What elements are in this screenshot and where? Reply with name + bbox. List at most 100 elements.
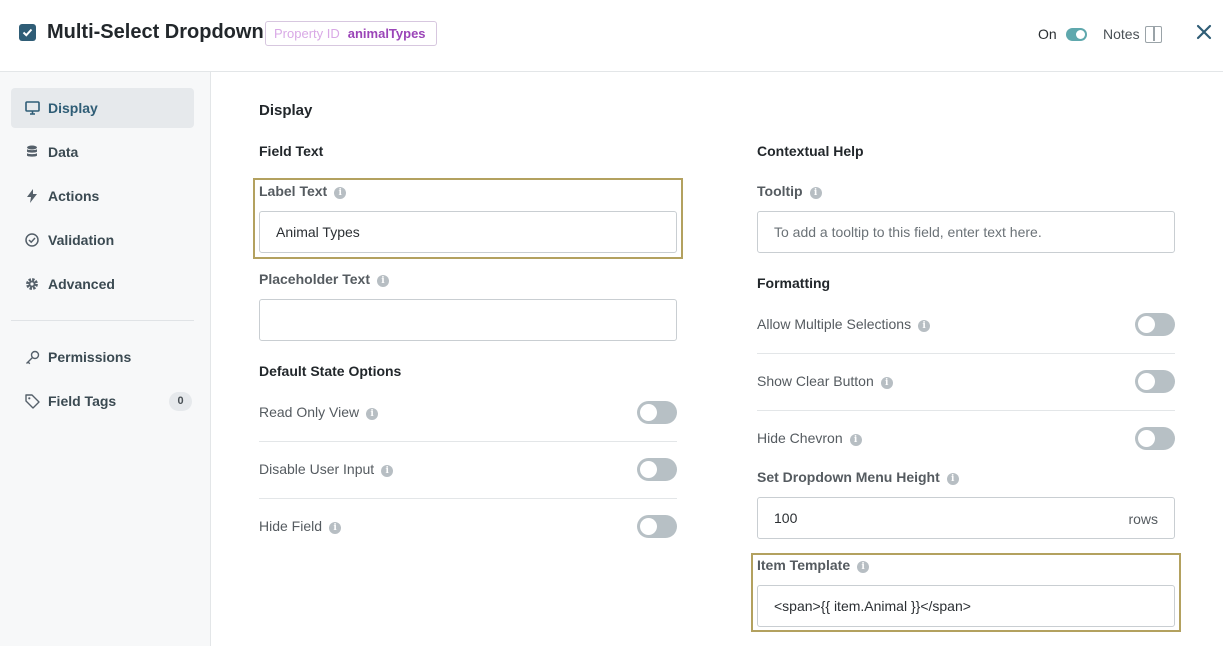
info-icon[interactable]: i — [880, 377, 893, 389]
label-text-value: Animal Types — [276, 224, 360, 240]
key-icon — [24, 349, 40, 365]
toggle-label-text: Hide Chevron — [757, 430, 843, 446]
toggle-label: Read Only View i — [259, 404, 379, 420]
property-id-value: animalTypes — [347, 26, 426, 41]
show-clear-button-toggle[interactable] — [1135, 370, 1175, 393]
toggle-knob — [640, 461, 657, 478]
menu-height-label-text: Set Dropdown Menu Height — [757, 469, 940, 485]
property-id-badge: Property ID animalTypes — [265, 21, 437, 46]
read-only-view-toggle[interactable] — [637, 401, 677, 424]
toggle-knob — [1138, 430, 1155, 447]
tooltip-label: Tooltip i — [757, 183, 822, 199]
info-icon[interactable]: i — [946, 473, 959, 485]
info-icon[interactable]: i — [334, 187, 347, 199]
item-template-label: Item Template i — [757, 557, 870, 573]
sidebar-item-label: Advanced — [48, 276, 115, 292]
sidebar: Display Data Actions Validation Advanced… — [0, 72, 211, 646]
formatting-heading: Formatting — [757, 275, 831, 291]
read-only-view-row: Read Only View i — [259, 385, 677, 442]
notes-label: Notes — [1103, 26, 1140, 42]
monitor-icon — [24, 100, 40, 116]
item-template-value: <span>{{ item.Animal }}</span> — [774, 598, 971, 614]
toggle-knob — [640, 404, 657, 421]
allow-multiple-selections-row: Allow Multiple Selections i — [757, 297, 1175, 354]
close-icon — [1196, 24, 1212, 40]
on-toggle[interactable] — [1066, 28, 1087, 41]
show-clear-button-row: Show Clear Button i — [757, 354, 1175, 411]
sidebar-item-data[interactable]: Data — [11, 132, 194, 172]
sidebar-item-display[interactable]: Display — [11, 88, 194, 128]
close-button[interactable] — [1196, 24, 1212, 40]
sidebar-item-advanced[interactable]: Advanced — [11, 264, 194, 304]
label-text-input[interactable]: Animal Types — [259, 211, 677, 253]
section-title: Display — [259, 102, 313, 119]
on-label: On — [1038, 26, 1057, 42]
toggle-knob — [1138, 373, 1155, 390]
toggle-label-text: Read Only View — [259, 404, 360, 420]
toggle-label-text: Hide Field — [259, 518, 323, 534]
sidebar-item-label: Permissions — [48, 349, 132, 365]
info-icon[interactable]: i — [857, 561, 870, 573]
toggle-label-text: Show Clear Button — [757, 373, 874, 389]
info-icon[interactable]: i — [366, 408, 379, 420]
menu-height-input[interactable]: 100 rows — [757, 497, 1175, 539]
gear-icon — [24, 276, 40, 292]
info-icon[interactable]: i — [849, 434, 862, 446]
hide-field-toggle[interactable] — [637, 515, 677, 538]
disable-user-input-toggle[interactable] — [637, 458, 677, 481]
notes-panel-icon[interactable] — [1145, 26, 1162, 43]
item-template-label-text: Item Template — [757, 557, 851, 573]
tag-icon — [24, 393, 40, 409]
lightning-icon — [24, 188, 40, 204]
disable-user-input-row: Disable User Input i — [259, 442, 677, 499]
info-icon[interactable]: i — [377, 275, 390, 287]
checkbox-icon — [19, 24, 36, 41]
sidebar-item-label: Data — [48, 144, 79, 160]
sidebar-item-label: Field Tags — [48, 393, 117, 409]
toggle-label: Disable User Input i — [259, 461, 394, 477]
menu-height-label: Set Dropdown Menu Height i — [757, 469, 959, 485]
database-icon — [24, 144, 40, 160]
toggle-label: Show Clear Button i — [757, 373, 893, 389]
tooltip-input[interactable]: To add a tooltip to this field, enter te… — [757, 211, 1175, 253]
toggle-label: Allow Multiple Selections i — [757, 316, 931, 332]
header: Multi-Select Dropdown Property ID animal… — [0, 0, 1223, 72]
tooltip-label-text: Tooltip — [757, 183, 803, 199]
menu-height-value: 100 — [774, 510, 798, 526]
page-title: Multi-Select Dropdown — [47, 21, 264, 43]
allow-multiple-selections-toggle[interactable] — [1135, 313, 1175, 336]
placeholder-text-label: Placeholder Text i — [259, 271, 390, 287]
default-state-heading: Default State Options — [259, 363, 402, 379]
info-icon[interactable]: i — [329, 522, 342, 534]
hide-chevron-row: Hide Chevron i — [757, 411, 1175, 468]
info-icon[interactable]: i — [809, 187, 822, 199]
toggle-knob — [1076, 30, 1085, 39]
sidebar-item-validation[interactable]: Validation — [11, 220, 194, 260]
hide-chevron-toggle[interactable] — [1135, 427, 1175, 450]
toggle-label-text: Allow Multiple Selections — [757, 316, 912, 332]
label-text-label-text: Label Text — [259, 183, 328, 199]
info-icon[interactable]: i — [918, 320, 931, 332]
placeholder-text-label-text: Placeholder Text — [259, 271, 371, 287]
toggle-label-text: Disable User Input — [259, 461, 375, 477]
sidebar-item-field-tags[interactable]: Field Tags 0 — [11, 381, 194, 421]
contextual-help-heading: Contextual Help — [757, 143, 864, 159]
field-text-heading: Field Text — [259, 143, 324, 159]
sidebar-item-label: Validation — [48, 232, 115, 248]
toggle-knob — [1138, 316, 1155, 333]
sidebar-item-label: Display — [48, 100, 98, 116]
sidebar-divider — [11, 320, 194, 321]
property-id-label: Property ID — [274, 26, 340, 41]
info-icon[interactable]: i — [381, 465, 394, 477]
hide-field-row: Hide Field i — [259, 499, 677, 556]
sidebar-item-actions[interactable]: Actions — [11, 176, 194, 216]
toggle-knob — [640, 518, 657, 535]
item-template-input[interactable]: <span>{{ item.Animal }}</span> — [757, 585, 1175, 627]
sidebar-item-label: Actions — [48, 188, 100, 204]
rows-suffix: rows — [1128, 511, 1158, 527]
placeholder-text-input[interactable] — [259, 299, 677, 341]
sidebar-item-permissions[interactable]: Permissions — [11, 337, 194, 377]
count-badge: 0 — [169, 392, 192, 411]
check-circle-icon — [24, 232, 40, 248]
toggle-label: Hide Chevron i — [757, 430, 862, 446]
